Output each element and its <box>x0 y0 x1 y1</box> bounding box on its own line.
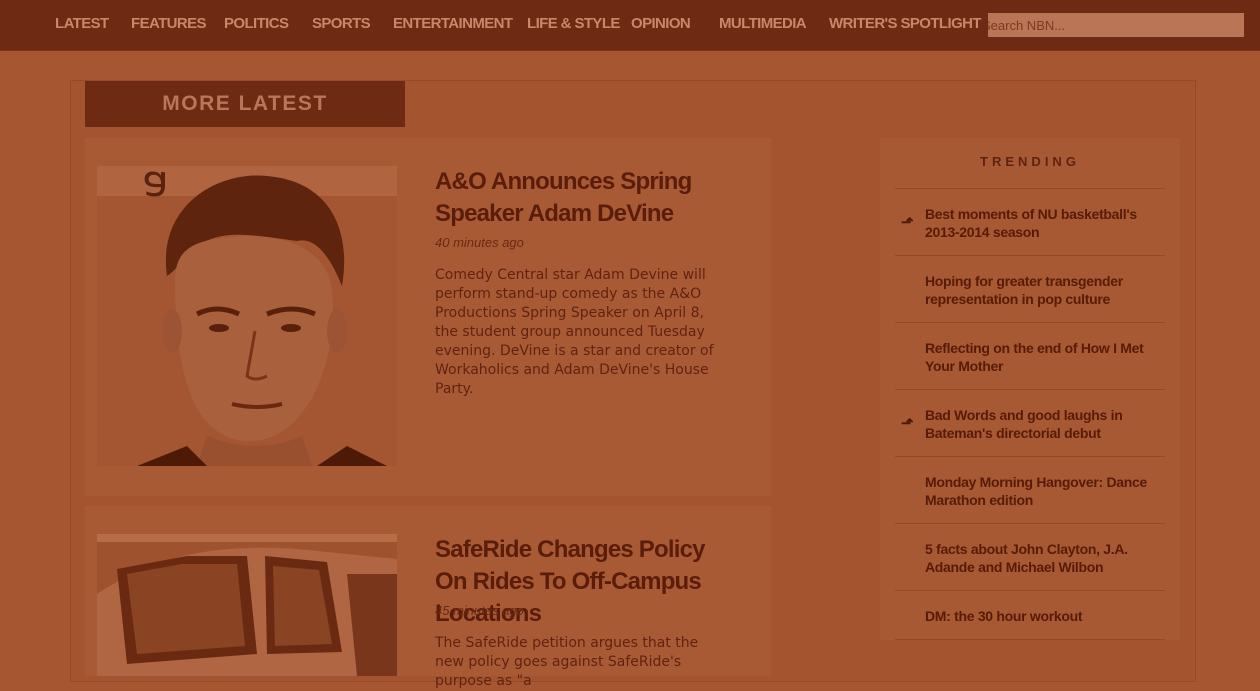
article-card: a A&O Announces Spring Speaker Adam DeVi… <box>85 138 771 496</box>
trending-item[interactable]: Hoping for greater transgender represent… <box>895 255 1165 322</box>
article-excerpt: The SafeRide petition argues that the ne… <box>435 635 699 689</box>
nav-opinion[interactable]: OPINION <box>631 0 691 48</box>
section-header: MORE LATEST <box>85 81 405 127</box>
portrait-photo-icon: a <box>97 166 397 466</box>
trending-item[interactable]: ⬏ Best moments of NU basketball's 2013-2… <box>895 188 1165 255</box>
car-photo-icon <box>97 534 397 676</box>
trending-up-arrow-icon: ⬏ <box>901 214 914 231</box>
trending-item[interactable]: 5 facts about John Clayton, J.A. Adande … <box>895 523 1165 590</box>
trending-item-title[interactable]: DM: the 30 hour workout <box>925 607 1150 625</box>
nav-sports[interactable]: SPORTS <box>312 0 371 48</box>
trending-item[interactable]: DM: the 30 hour workout <box>895 590 1165 640</box>
nav-features[interactable]: FEATURES <box>131 0 207 48</box>
article-headline[interactable]: A&O Announces Spring Speaker Adam DeVine <box>435 166 735 230</box>
svg-text:a: a <box>142 166 169 212</box>
trending-item-title[interactable]: Bad Words and good laughs in Bateman's d… <box>925 406 1150 442</box>
trending-item-title[interactable]: 5 facts about John Clayton, J.A. Adande … <box>925 540 1150 576</box>
nav-latest[interactable]: LATEST <box>55 0 109 48</box>
trending-item-title[interactable]: Reflecting on the end of How I Met Your … <box>925 339 1150 375</box>
article-thumbnail-portrait[interactable]: a <box>97 166 397 466</box>
article-timestamp: 45 minutes ago <box>435 603 524 618</box>
trending-sidebar: TRENDING ⬏ Best moments of NU basketball… <box>880 138 1180 640</box>
nav-life-style[interactable]: LIFE & STYLE <box>527 0 620 48</box>
trending-item-title[interactable]: Hoping for greater transgender represent… <box>925 272 1150 308</box>
article-card: SafeRide Changes Policy On Rides To Off-… <box>85 506 771 689</box>
trending-item[interactable]: Reflecting on the end of How I Met Your … <box>895 322 1165 389</box>
article-thumbnail-car[interactable] <box>97 534 397 676</box>
nav-writers-spotlight[interactable]: WRITER'S SPOTLIGHT <box>829 0 982 48</box>
top-nav-bar: LATEST FEATURES POLITICS SPORTS ENTERTAI… <box>0 0 1260 51</box>
section-title: MORE LATEST <box>162 92 328 115</box>
trending-item[interactable]: ⬏ Bad Words and good laughs in Bateman's… <box>895 389 1165 456</box>
nav-politics[interactable]: POLITICS <box>224 0 289 48</box>
nav-multimedia[interactable]: MULTIMEDIA <box>719 0 807 48</box>
search-input[interactable] <box>988 13 1244 37</box>
trending-item-title[interactable]: Monday Morning Hangover: Dance Marathon … <box>925 473 1150 509</box>
trending-title: TRENDING <box>980 154 1080 169</box>
article-excerpt: Comedy Central star Adam Devine will per… <box>435 267 714 397</box>
article-timestamp: 40 minutes ago <box>435 235 524 250</box>
trending-item[interactable]: Monday Morning Hangover: Dance Marathon … <box>895 456 1165 523</box>
trending-item-title[interactable]: Best moments of NU basketball's 2013-201… <box>925 205 1150 241</box>
nav-entertainment[interactable]: ENTERTAINMENT <box>393 0 513 48</box>
search-field-wrapper <box>988 13 1244 37</box>
trending-up-arrow-icon: ⬏ <box>901 415 914 432</box>
